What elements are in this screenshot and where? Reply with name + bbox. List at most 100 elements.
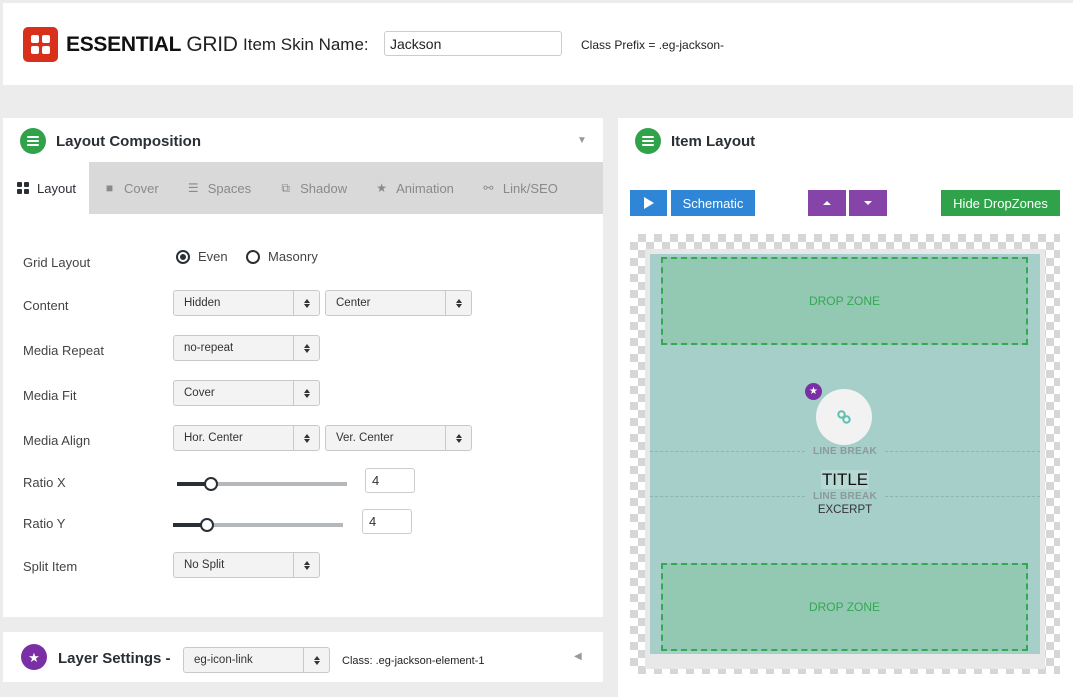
tab-link-seo[interactable]: ⚯ Link/SEO	[468, 162, 572, 214]
tab-bar: Layout ■ Cover ☰ Spaces ⧉ Shadow ★ Anima…	[3, 162, 603, 214]
line-break-label: LINE BREAK	[812, 446, 878, 457]
expand-arrow-icon[interactable]: ◀	[574, 651, 582, 662]
collapse-arrow-icon[interactable]: ▼	[577, 135, 587, 146]
ratio-y-slider[interactable]	[173, 518, 343, 532]
radio-even[interactable]: Even	[176, 249, 228, 264]
top-bar: ESSENTIAL GRID Item Skin Name: Class Pre…	[3, 3, 1073, 85]
select-arrows-icon	[293, 291, 319, 315]
content-label: Content	[23, 298, 69, 313]
media-align-horizontal-select[interactable]: Hor. Center	[173, 425, 320, 451]
shadow-icon: ⧉	[281, 180, 290, 195]
square-icon: ■	[105, 181, 114, 195]
ratio-y-label: Ratio Y	[23, 516, 66, 531]
item-layout-panel: Item Layout Schematic Hide DropZones DRO…	[618, 118, 1073, 697]
select-value: Hor. Center	[184, 432, 243, 444]
ratio-x-input[interactable]	[365, 468, 415, 493]
ratio-x-label: Ratio X	[23, 475, 66, 490]
layout-composition-panel: Layout Composition ▼ Layout ■ Cover ☰ Sp…	[3, 118, 603, 617]
line-break-1: LINE BREAK	[650, 446, 1040, 458]
select-value: Ver. Center	[336, 432, 394, 444]
link-icon: ⚯	[483, 181, 494, 195]
content-position-select[interactable]: Center	[325, 290, 472, 316]
schematic-button[interactable]: Schematic	[671, 190, 755, 216]
select-value: Center	[336, 297, 371, 309]
excerpt-element[interactable]: EXCERPT	[650, 504, 1040, 516]
move-down-button[interactable]	[849, 190, 887, 216]
layer-select[interactable]: eg-icon-link	[183, 647, 330, 673]
ratio-x-slider[interactable]	[177, 477, 347, 491]
hide-dropzones-button[interactable]: Hide DropZones	[941, 190, 1060, 216]
media-repeat-select[interactable]: no-repeat	[173, 335, 320, 361]
select-arrows-icon	[293, 381, 319, 405]
essential-grid-logo-icon	[23, 27, 58, 62]
layer-class-label: Class: .eg-jackson-element-1	[342, 655, 485, 667]
grid-icon	[17, 182, 29, 194]
select-arrows-icon	[293, 336, 319, 360]
radio-label: Even	[198, 249, 228, 264]
caret-down-icon	[864, 201, 872, 205]
media-repeat-label: Media Repeat	[23, 343, 104, 358]
select-arrows-icon	[293, 553, 319, 577]
class-prefix: Class Prefix = .eg-jackson-	[581, 38, 725, 52]
skin-name-label: Item Skin Name:	[243, 35, 369, 54]
tab-layout[interactable]: Layout	[3, 162, 90, 214]
select-value: No Split	[184, 559, 225, 571]
tab-label: Spaces	[207, 180, 252, 196]
caret-up-icon	[823, 201, 831, 205]
split-item-select[interactable]: No Split	[173, 552, 320, 578]
star-icon: ★	[376, 181, 387, 195]
media-fit-label: Media Fit	[23, 388, 77, 403]
play-icon	[643, 197, 654, 209]
select-arrows-icon	[303, 648, 329, 672]
tab-spaces[interactable]: ☰ Spaces	[173, 162, 265, 214]
content-visibility-select[interactable]: Hidden	[173, 290, 320, 316]
select-value: eg-icon-link	[194, 654, 253, 666]
select-arrows-icon	[445, 426, 471, 450]
star-circle-icon: ★	[21, 644, 47, 670]
line-break-2: LINE BREAK	[650, 491, 1040, 503]
tab-label: Cover	[124, 180, 159, 196]
brand-light: GRID	[186, 33, 238, 56]
tab-label: Shadow	[300, 180, 348, 196]
line-break-label: LINE BREAK	[812, 491, 878, 502]
tab-label: Layout	[37, 180, 77, 196]
tab-label: Link/SEO	[502, 180, 558, 196]
drop-zone-top[interactable]: DROP ZONE	[661, 257, 1028, 345]
panel-title: Layout Composition	[56, 133, 201, 150]
skin-name-input[interactable]	[384, 31, 562, 56]
indent-icon: ☰	[187, 181, 199, 195]
radio-checked-icon	[176, 249, 190, 264]
radio-label: Masonry	[268, 249, 318, 264]
select-arrows-icon	[293, 426, 319, 450]
slider-handle[interactable]	[200, 518, 214, 532]
link-icon-element[interactable]	[816, 389, 872, 445]
select-value: Cover	[184, 387, 215, 399]
radio-masonry[interactable]: Masonry	[246, 249, 318, 264]
layer-settings-panel: ★ Layer Settings - eg-icon-link Class: .…	[3, 632, 603, 682]
panel-title: Item Layout	[671, 133, 756, 150]
ratio-y-input[interactable]	[362, 509, 412, 534]
radio-unchecked-icon	[246, 249, 260, 264]
drop-zone-bottom[interactable]: DROP ZONE	[661, 563, 1028, 651]
play-button[interactable]	[630, 190, 667, 216]
title-element[interactable]: TITLE	[650, 470, 1040, 490]
slider-handle[interactable]	[204, 477, 218, 491]
menu-icon	[635, 128, 661, 154]
brand-name: ESSENTIAL GRID	[66, 33, 238, 57]
tab-shadow[interactable]: ⧉ Shadow	[265, 162, 361, 214]
title-text: TITLE	[820, 470, 870, 489]
link-icon	[837, 410, 851, 424]
tab-cover[interactable]: ■ Cover	[89, 162, 173, 214]
media-fit-select[interactable]: Cover	[173, 380, 320, 406]
select-value: Hidden	[184, 297, 221, 309]
item-preview-canvas: DROP ZONE ★ LINE BREAK TITLE LINE BREAK …	[630, 234, 1060, 674]
media-align-label: Media Align	[23, 433, 91, 448]
move-up-button[interactable]	[808, 190, 846, 216]
star-badge-icon: ★	[805, 383, 822, 400]
brand-bold: ESSENTIAL	[66, 33, 181, 56]
grid-layout-label: Grid Layout	[23, 255, 91, 270]
media-align-vertical-select[interactable]: Ver. Center	[325, 425, 472, 451]
tab-animation[interactable]: ★ Animation	[361, 162, 468, 214]
layer-settings-title: Layer Settings -	[58, 650, 171, 667]
item-card-frame: DROP ZONE ★ LINE BREAK TITLE LINE BREAK …	[645, 249, 1045, 669]
